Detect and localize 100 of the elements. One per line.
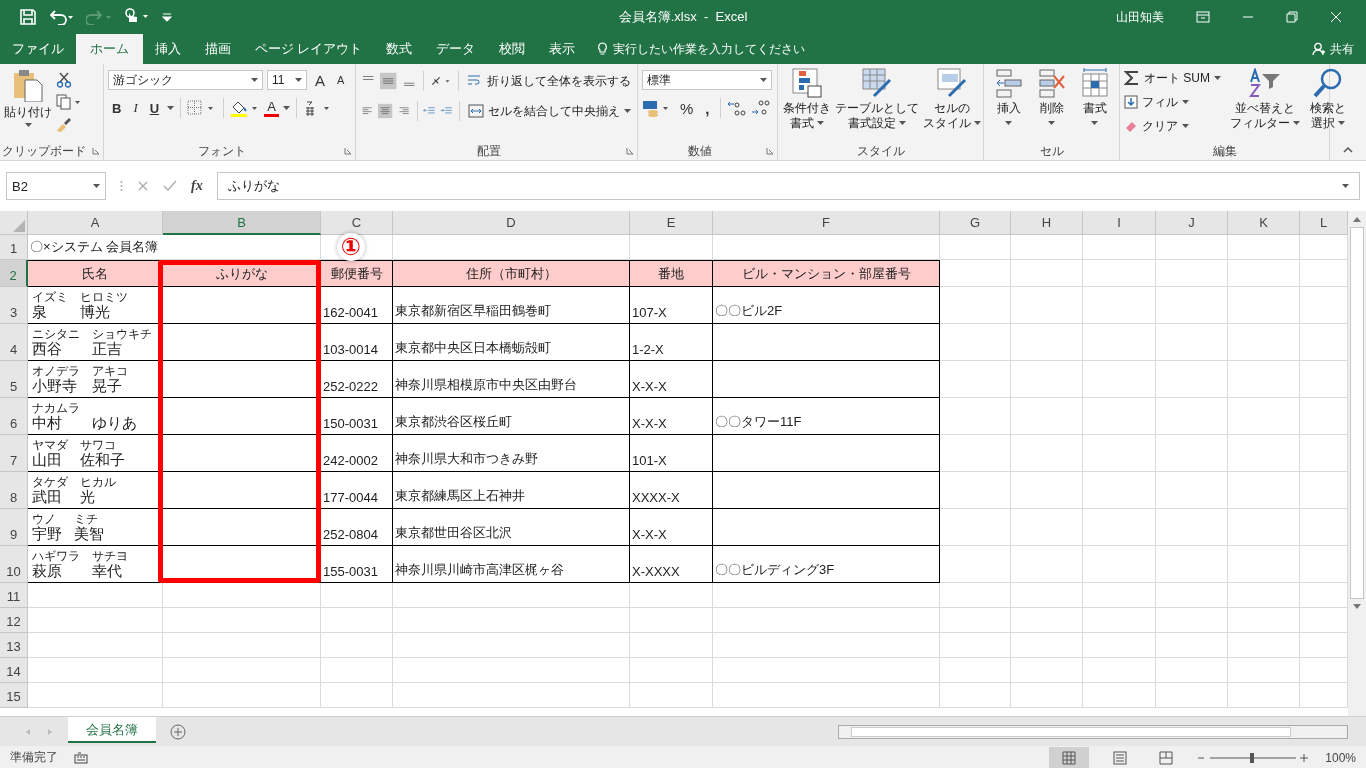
ribbon-tab[interactable]: 校閲 (487, 34, 538, 64)
comma-button[interactable]: , (701, 99, 714, 117)
grow-font-button[interactable]: A (311, 71, 329, 89)
row-header[interactable]: 14 (0, 658, 28, 683)
table-cell[interactable]: 242-0002 (321, 435, 393, 472)
dialog-launcher-icon[interactable] (626, 147, 634, 155)
name-cell[interactable]: ハギワラ 萩原 サチヨ 幸代 (28, 546, 163, 583)
column-header[interactable]: B (163, 211, 321, 235)
share-button[interactable]: 共有 (1330, 40, 1354, 58)
column-header[interactable]: J (1156, 211, 1228, 235)
ribbon-tab[interactable]: ページ レイアウト (243, 34, 375, 64)
horizontal-scrollbar[interactable] (838, 724, 1348, 739)
column-header[interactable]: L (1300, 211, 1348, 235)
column-header[interactable]: F (713, 211, 940, 235)
caret-icon[interactable] (1091, 121, 1098, 125)
table-cell[interactable]: 東京都中央区日本橋蛎殻町 (393, 324, 630, 361)
table-cell[interactable]: 252-0804 (321, 509, 393, 546)
dialog-launcher-icon[interactable] (766, 147, 774, 155)
tell-me-field[interactable]: 実行したい作業を入力してください (613, 40, 806, 58)
ribbon-tab[interactable]: 描画 (193, 34, 243, 64)
column-heading-cell[interactable]: 郵便番号 (321, 260, 393, 287)
dialog-launcher-icon[interactable] (92, 147, 100, 155)
format-painter-icon[interactable] (56, 116, 72, 132)
caret-icon[interactable] (974, 121, 981, 125)
caret-icon[interactable] (1005, 121, 1012, 125)
row-header[interactable]: 7 (0, 435, 28, 472)
caret-icon[interactable] (1214, 76, 1221, 80)
row-header[interactable]: 9 (0, 509, 28, 546)
sheet-tab[interactable]: 会員名簿 (68, 717, 156, 743)
table-cell[interactable]: 東京都渋谷区桜丘町 (393, 398, 630, 435)
table-cell[interactable]: 150-0031 (321, 398, 393, 435)
ribbon-tab[interactable]: ホーム (76, 34, 143, 64)
caret-icon[interactable] (295, 78, 302, 82)
ribbon-button[interactable]: 削除 (1036, 68, 1067, 142)
paste-button[interactable]: 貼り付け (4, 68, 52, 142)
column-header[interactable]: C (321, 211, 393, 235)
name-cell[interactable]: オノデラ 小野寺 アキコ 晃子 (28, 361, 163, 398)
drag-handle-icon[interactable] (120, 180, 123, 192)
ribbon-button[interactable]: 挿入 (993, 68, 1024, 142)
column-header[interactable]: H (1011, 211, 1083, 235)
ribbon-display-icon[interactable] (1196, 11, 1210, 23)
table-cell[interactable]: X-X-X (630, 398, 713, 435)
underline-button[interactable]: U (145, 100, 164, 116)
caret-icon[interactable] (817, 121, 824, 125)
row-header[interactable]: 13 (0, 633, 28, 658)
table-cell[interactable]: 〇〇ビルディング3F (713, 546, 940, 583)
column-header[interactable]: E (630, 211, 713, 235)
ribbon-button[interactable]: 書式 (1079, 68, 1110, 142)
table-cell[interactable]: 162-0041 (321, 287, 393, 324)
italic-button[interactable]: I (129, 100, 142, 116)
table-cell[interactable]: 101-X (630, 435, 713, 472)
row-header[interactable]: 2 (0, 260, 28, 287)
ribbon-tab[interactable]: 挿入 (143, 34, 193, 64)
row-header[interactable]: 4 (0, 324, 28, 361)
column-header[interactable]: I (1083, 211, 1156, 235)
restore-icon[interactable] (1286, 11, 1298, 23)
ribbon-button[interactable]: セルの スタイル (922, 68, 982, 142)
decrease-decimal-icon[interactable] (750, 99, 771, 117)
copy-icon[interactable] (56, 94, 82, 110)
name-box[interactable]: B2 (6, 172, 106, 200)
ribbon-button[interactable]: 検索と 選択 (1309, 68, 1347, 142)
add-sheet-icon[interactable] (170, 723, 186, 740)
table-cell[interactable]: 252-0222 (321, 361, 393, 398)
ribbon-button[interactable]: 並べ替えと フィルター (1229, 68, 1301, 142)
clear-button[interactable]: クリア (1124, 116, 1221, 136)
table-cell[interactable]: 177-0044 (321, 472, 393, 509)
table-cell[interactable]: X-XXXX (630, 546, 713, 583)
table-cell[interactable]: 東京都世田谷区北沢 (393, 509, 630, 546)
table-cell[interactable]: 103-0014 (321, 324, 393, 361)
caret-icon[interactable] (1048, 121, 1055, 125)
column-heading-cell[interactable]: 番地 (630, 260, 713, 287)
row-header[interactable]: 12 (0, 608, 28, 633)
caret-icon[interactable] (1293, 121, 1300, 125)
table-cell[interactable]: XXXX-X (630, 472, 713, 509)
normal-view-icon[interactable] (1049, 746, 1090, 768)
sheet-cell[interactable] (713, 324, 940, 361)
caret-icon[interactable] (251, 78, 258, 82)
undo-icon[interactable] (48, 9, 74, 25)
sheet-cell[interactable] (713, 435, 940, 472)
save-icon[interactable] (20, 9, 36, 25)
merge-center-button[interactable]: セルを結合して中央揃え (466, 102, 633, 120)
caret-icon[interactable] (1182, 100, 1189, 104)
column-heading-cell[interactable]: 住所（市町村） (393, 260, 630, 287)
name-cell[interactable]: タケダ 武田 ヒカル 光 (28, 472, 163, 509)
font-name-dropdown[interactable]: 游ゴシック (108, 70, 263, 90)
table-cell[interactable]: X-X-X (630, 509, 713, 546)
scroll-down-icon[interactable] (1352, 603, 1362, 611)
name-cell[interactable]: ニシタニ 西谷 ショウキチ 正吉 (28, 324, 163, 361)
caret-icon[interactable] (1342, 184, 1349, 188)
percent-button[interactable]: % (676, 99, 698, 117)
table-cell[interactable]: 〇〇ビル2F (713, 287, 940, 324)
table-cell[interactable]: 東京都練馬区上石神井 (393, 472, 630, 509)
autosum-button[interactable]: オート SUM (1124, 68, 1221, 88)
table-cell[interactable]: 東京都新宿区早稲田鶴巻町 (393, 287, 630, 324)
column-header[interactable]: A (28, 211, 163, 235)
row-header[interactable]: 8 (0, 472, 28, 509)
middle-align-icon[interactable] (380, 70, 397, 92)
column-header[interactable]: G (940, 211, 1011, 235)
cut-icon[interactable] (56, 72, 72, 88)
number-format-dropdown[interactable]: 標準 (642, 70, 772, 90)
